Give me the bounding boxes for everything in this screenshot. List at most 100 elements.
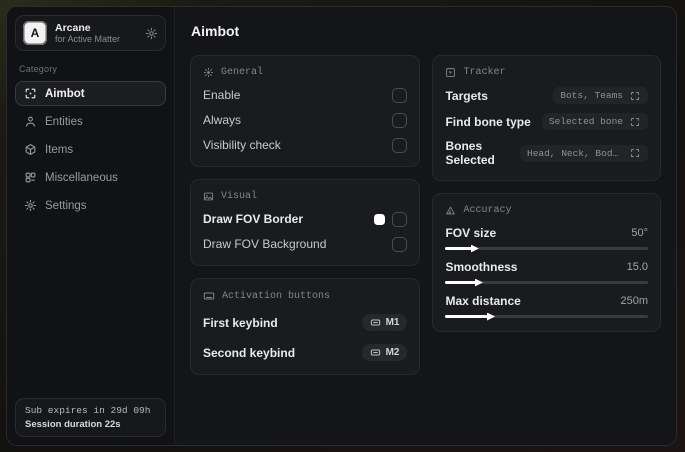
gear-icon xyxy=(24,199,37,212)
targets-dropdown[interactable]: Bots, Teams xyxy=(553,87,648,104)
smoothness-slider-group: Smoothness 15.0 xyxy=(445,260,648,287)
dropdown-value: Selected bone xyxy=(548,116,623,127)
sidebar-item-label: Settings xyxy=(45,199,87,212)
sidebar-item-label: Items xyxy=(45,143,74,156)
sidebar-item-label: Miscellaneous xyxy=(45,171,118,184)
setting-label: Visibility check xyxy=(203,138,281,152)
setting-row-targets: Targets Bots, Teams xyxy=(445,87,648,104)
setting-label: Second keybind xyxy=(203,345,296,360)
visual-card: Visual Draw FOV Border Draw FOV Backgrou… xyxy=(190,179,421,266)
setting-label: Enable xyxy=(203,88,241,102)
app-logo: A xyxy=(23,21,47,45)
accuracy-title: Accuracy xyxy=(463,205,512,216)
setting-row-draw-fov-border: Draw FOV Border xyxy=(203,211,408,227)
page-title: Aimbot xyxy=(191,23,240,39)
sun-icon xyxy=(203,67,214,78)
triangle-icon xyxy=(445,205,456,216)
tracker-header: Tracker xyxy=(445,67,648,78)
visibility-check-checkbox[interactable] xyxy=(392,137,408,153)
accuracy-header: Accuracy xyxy=(445,205,648,216)
sidebar-item-label: Entities xyxy=(45,115,83,128)
slider-fill xyxy=(445,278,483,287)
keybind-key-icon xyxy=(370,347,381,358)
keybind-value: M2 xyxy=(385,347,400,358)
settings-gear-icon[interactable] xyxy=(145,27,158,40)
accuracy-card: Accuracy FOV size 50° Smoothness 15.0 Ma… xyxy=(432,193,661,332)
second-keybind-button[interactable]: M2 xyxy=(361,344,408,361)
sidebar-item-aimbot[interactable]: Aimbot xyxy=(15,81,166,106)
bones-selected-dropdown[interactable]: Head, Neck, Body, Pe.. xyxy=(520,144,648,162)
brand-name: Arcane xyxy=(55,21,91,34)
tracker-title: Tracker xyxy=(463,67,506,78)
slider-thumb[interactable] xyxy=(487,312,495,321)
max-distance-slider[interactable] xyxy=(445,312,648,321)
setting-row-draw-fov-background: Draw FOV Background xyxy=(203,236,408,252)
always-checkbox[interactable] xyxy=(392,112,408,128)
slider-label: Smoothness xyxy=(445,260,518,274)
slider-value: 15.0 xyxy=(626,261,648,273)
setting-label: Targets xyxy=(445,88,488,103)
subscription-info-card: Sub expires in 29d 09h Session duration … xyxy=(15,398,166,437)
setting-label: Find bone type xyxy=(445,114,531,129)
max-distance-slider-group: Max distance 250m xyxy=(445,294,648,321)
general-title: General xyxy=(221,67,264,78)
expand-icon xyxy=(630,91,641,101)
slider-fill xyxy=(445,312,495,321)
brand-card: A Arcane for Active Matter xyxy=(15,15,166,51)
grid-icon xyxy=(24,171,37,184)
general-header: General xyxy=(203,67,407,78)
dropdown-value: Head, Neck, Body, Pe.. xyxy=(527,147,623,159)
sidebar-item-label: Aimbot xyxy=(45,87,85,100)
find-bone-type-dropdown[interactable]: Selected bone xyxy=(541,113,648,130)
setting-label: Draw FOV Border xyxy=(203,212,304,226)
slider-label: FOV size xyxy=(445,226,497,240)
slider-fill xyxy=(445,244,479,253)
keybind-value: M1 xyxy=(385,317,400,328)
brand-subtitle: for Active Matter xyxy=(55,33,121,44)
brand-text: Arcane for Active Matter xyxy=(55,22,137,44)
app-window: A Arcane for Active Matter Category Aimb… xyxy=(6,6,677,446)
right-column: Tracker Targets Bots, Teams Find bone ty… xyxy=(432,55,661,332)
fov-border-color-swatch[interactable] xyxy=(374,213,386,225)
slider-thumb[interactable] xyxy=(474,278,483,287)
expand-icon xyxy=(630,117,641,127)
activation-header: Activation buttons xyxy=(203,290,407,302)
sub-expiry-text: Sub expires in 29d 09h xyxy=(25,405,151,416)
setting-label: First keybind xyxy=(203,315,278,330)
setting-row-find-bone-type: Find bone type Selected bone xyxy=(445,113,648,130)
setting-row-enable: Enable xyxy=(203,87,408,103)
slider-thumb[interactable] xyxy=(470,244,479,253)
fov-size-slider[interactable] xyxy=(445,244,648,253)
smoothness-slider[interactable] xyxy=(445,278,648,287)
keybind-key-icon xyxy=(370,317,381,328)
category-label: Category xyxy=(19,64,58,74)
sidebar-item-entities[interactable]: Entities xyxy=(15,109,166,134)
enable-checkbox[interactable] xyxy=(392,87,408,103)
sidebar-item-items[interactable]: Items xyxy=(15,137,166,162)
slider-value: 50° xyxy=(631,227,648,239)
setting-row-always: Always xyxy=(203,112,408,128)
cube-icon xyxy=(24,143,37,156)
crosshair-scan-icon xyxy=(24,87,37,100)
tracker-card: Tracker Targets Bots, Teams Find bone ty… xyxy=(432,55,661,181)
setting-row-first-keybind: First keybind M1 xyxy=(203,314,408,331)
sidebar-item-settings[interactable]: Settings xyxy=(15,193,166,218)
setting-row-visibility-check: Visibility check xyxy=(203,137,408,153)
general-card: General Enable Always Visibility check xyxy=(190,55,421,167)
person-icon xyxy=(24,115,37,128)
first-keybind-button[interactable]: M1 xyxy=(361,314,408,331)
draw-fov-border-checkbox[interactable] xyxy=(392,211,408,227)
draw-fov-background-checkbox[interactable] xyxy=(392,236,408,252)
setting-row-second-keybind: Second keybind M2 xyxy=(203,344,408,361)
sidebar-item-miscellaneous[interactable]: Miscellaneous xyxy=(15,165,166,190)
expand-icon xyxy=(630,148,641,158)
target-box-icon xyxy=(445,67,456,78)
slider-value: 250m xyxy=(620,295,648,307)
fov-size-slider-group: FOV size 50° xyxy=(445,226,648,253)
activation-title: Activation buttons xyxy=(222,290,331,302)
desktop-background: A Arcane for Active Matter Category Aimb… xyxy=(0,0,685,452)
image-icon xyxy=(203,191,214,202)
setting-row-bones-selected: Bones Selected Head, Neck, Body, Pe.. xyxy=(445,139,648,167)
keyboard-icon xyxy=(203,290,215,302)
slider-label: Max distance xyxy=(445,294,521,308)
